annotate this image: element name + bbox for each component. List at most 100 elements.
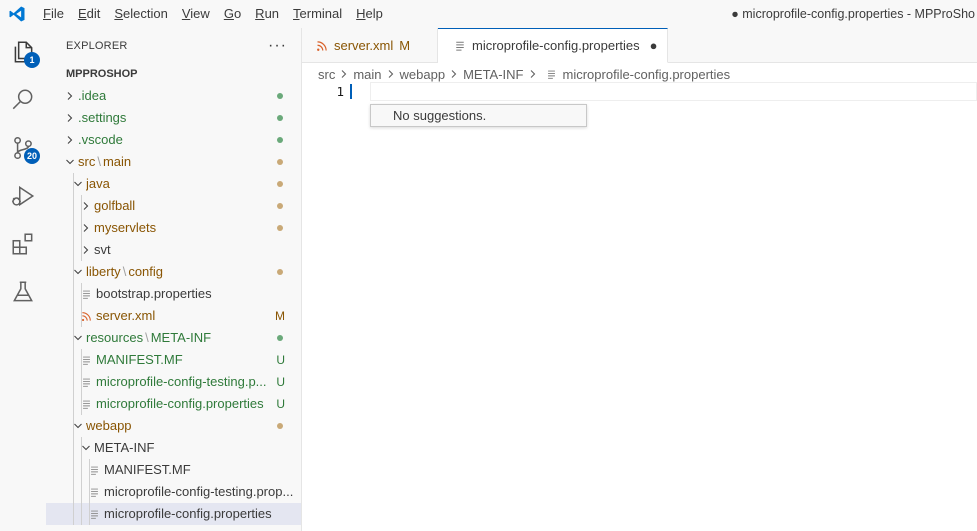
tab-label: server.xml (334, 38, 394, 53)
chevron-right-icon (386, 69, 396, 79)
testing-activity[interactable] (0, 268, 46, 316)
git-status-dot (277, 115, 283, 121)
tab-server-xml[interactable]: server.xml M (302, 28, 438, 63)
indent-guide (73, 217, 74, 239)
chevron-down-icon[interactable] (62, 157, 78, 167)
git-status-badge: U (276, 375, 285, 389)
tab-dirty-indicator[interactable]: ● (650, 38, 658, 53)
tree-item[interactable]: java (46, 173, 301, 195)
indent-guide (73, 283, 74, 305)
tree-item-label: liberty \ config (86, 264, 164, 279)
indent-guide (73, 239, 74, 261)
tree-item[interactable]: .idea (46, 85, 301, 107)
explorer-activity[interactable]: 1 (0, 28, 46, 76)
tree-item-label: svt (94, 242, 111, 257)
editor-area: server.xml M microprofile-config.propert… (302, 28, 977, 531)
menu-run[interactable]: Run (248, 0, 286, 28)
indent-guide (89, 481, 90, 503)
menu-bar: File Edit Selection View Go Run Terminal… (36, 0, 390, 28)
explorer-header: EXPLORER ··· (46, 28, 301, 63)
tree-item[interactable]: MANIFEST.MF U (46, 349, 301, 371)
tree-item[interactable]: microprofile-config-testing.p... U (46, 371, 301, 393)
file-lines-icon (454, 40, 466, 52)
menu-go[interactable]: Go (217, 0, 248, 28)
search-activity[interactable] (0, 76, 46, 124)
indent-guide (73, 305, 74, 327)
git-status-dot (277, 269, 283, 275)
activity-bar: 1 20 (0, 28, 46, 531)
git-status-badge: U (276, 353, 285, 367)
indent-guide (81, 481, 82, 503)
tree-item[interactable]: server.xml M (46, 305, 301, 327)
tree-item[interactable]: microprofile-config.properties U (46, 393, 301, 415)
menu-view[interactable]: View (175, 0, 217, 28)
breadcrumb-item[interactable]: META-INF (463, 67, 523, 82)
tree-item-label: microprofile-config.properties (96, 396, 264, 411)
tree-item-label: microprofile-config-testing.p... (96, 374, 267, 389)
tab-label: microprofile-config.properties (472, 38, 640, 53)
tree-item[interactable]: MANIFEST.MF (46, 459, 301, 481)
tab-microprofile-config[interactable]: microprofile-config.properties ● (438, 28, 668, 63)
tree-item[interactable]: svt (46, 239, 301, 261)
menu-terminal[interactable]: Terminal (286, 0, 349, 28)
tree-item[interactable]: myservlets (46, 217, 301, 239)
current-line-highlight[interactable] (370, 82, 977, 101)
source-control-activity[interactable]: 20 (0, 124, 46, 172)
indent-guide (81, 349, 82, 371)
menu-selection[interactable]: Selection (107, 0, 174, 28)
chevron-right-icon[interactable] (62, 135, 78, 145)
indent-guide (81, 371, 82, 393)
indent-guide (73, 371, 74, 393)
workspace-root[interactable]: MPPROSHOP (46, 63, 301, 85)
chevron-right-icon (339, 69, 349, 79)
tree-item-label: myservlets (94, 220, 157, 235)
tree-item-label: .settings (78, 110, 127, 125)
menu-edit[interactable]: Edit (71, 0, 107, 28)
tree-item[interactable]: .settings (46, 107, 301, 129)
tree-item[interactable]: microprofile-config.properties (46, 503, 301, 525)
tree-item-label: golfball (94, 198, 136, 213)
git-status-dot (277, 181, 283, 187)
tree-item-label: META-INF (94, 440, 155, 455)
indent-guide (89, 503, 90, 525)
tree-item[interactable]: META-INF (46, 437, 301, 459)
indent-guide (81, 393, 82, 415)
git-status-dot (277, 203, 283, 209)
indent-guide (73, 173, 74, 195)
tree-item-label: MANIFEST.MF (104, 462, 191, 477)
flask-icon (13, 281, 33, 302)
tree-item[interactable]: resources \ META-INF (46, 327, 301, 349)
indent-guide (73, 459, 74, 481)
breadcrumb-item[interactable]: src (318, 67, 335, 82)
breadcrumb-item[interactable]: webapp (400, 67, 446, 82)
tree-item[interactable]: microprofile-config-testing.prop... (46, 481, 301, 503)
breadcrumb-item[interactable]: main (353, 67, 381, 82)
line-number: 1 (336, 84, 344, 99)
breadcrumb-item[interactable]: microprofile-config.properties (563, 67, 731, 82)
tree-item[interactable]: src \ main (46, 151, 301, 173)
tree-item-label: .idea (78, 88, 107, 103)
explorer-title: EXPLORER (66, 39, 128, 52)
chevron-right-icon[interactable] (62, 91, 78, 101)
tree-item-label: src \ main (78, 154, 132, 169)
indent-guide (89, 459, 90, 481)
tree-item[interactable]: golfball (46, 195, 301, 217)
tree-item[interactable]: bootstrap.properties (46, 283, 301, 305)
more-actions-icon[interactable]: ··· (268, 37, 287, 55)
menu-help[interactable]: Help (349, 0, 390, 28)
editor-line[interactable]: 1 (302, 82, 977, 101)
tree-item[interactable]: webapp (46, 415, 301, 437)
tree-item-label: java (86, 176, 110, 191)
chevron-right-icon[interactable] (62, 113, 78, 123)
indent-guide (81, 283, 82, 305)
text-cursor (350, 84, 352, 99)
run-debug-activity[interactable] (0, 172, 46, 220)
extensions-activity[interactable] (0, 220, 46, 268)
tree-item-label: microprofile-config.properties (104, 506, 272, 521)
explorer-sidebar: EXPLORER ··· MPPROSHOP .idea .settings .vs… (46, 28, 302, 531)
tree-item[interactable]: .vscode (46, 129, 301, 151)
menu-file[interactable]: File (36, 0, 71, 28)
indent-guide (81, 459, 82, 481)
suggest-widget: No suggestions. (370, 104, 587, 127)
tree-item[interactable]: liberty \ config (46, 261, 301, 283)
